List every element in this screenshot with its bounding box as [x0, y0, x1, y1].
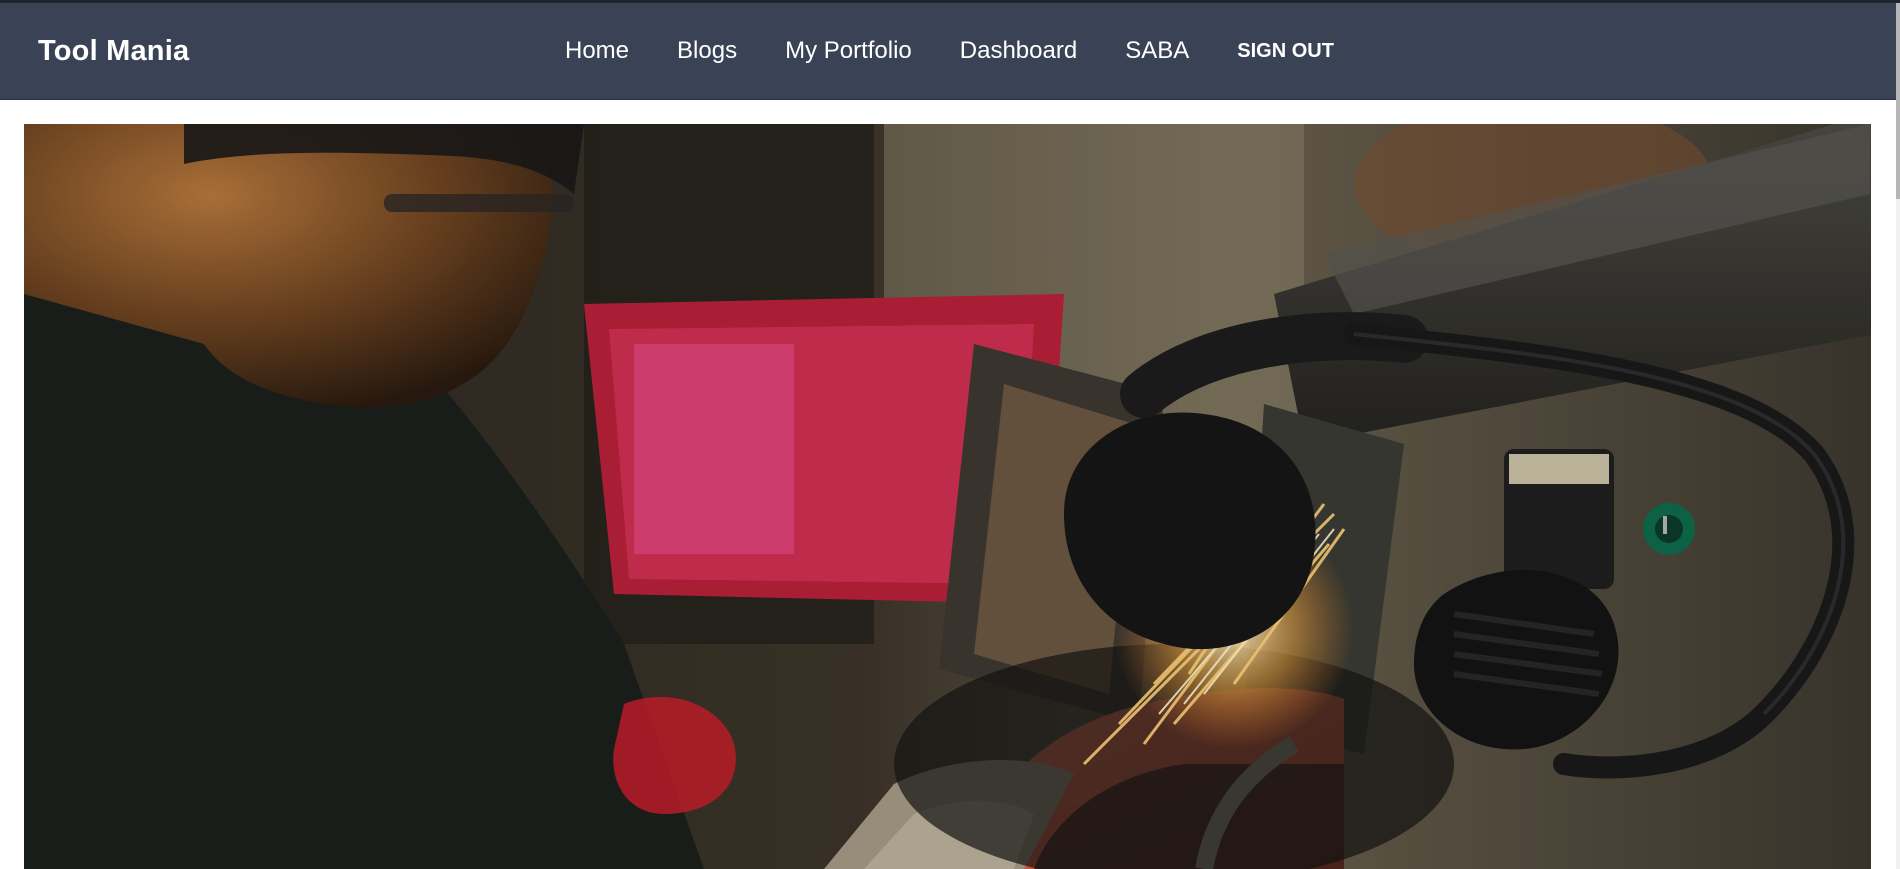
hero-image	[24, 124, 1871, 869]
nav-my-portfolio[interactable]: My Portfolio	[785, 37, 912, 65]
sign-out-button[interactable]: SIGN OUT	[1237, 40, 1334, 63]
nav-dashboard[interactable]: Dashboard	[960, 37, 1077, 65]
nav-blogs[interactable]: Blogs	[677, 37, 737, 65]
nav-links: Home Blogs My Portfolio Dashboard SABA S…	[565, 3, 1334, 99]
workshop-grinder-photo	[24, 124, 1871, 869]
scrollbar-thumb[interactable]	[1896, 3, 1900, 199]
nav-home[interactable]: Home	[565, 37, 629, 65]
brand-logo[interactable]: Tool Mania	[38, 3, 189, 99]
nav-saba[interactable]: SABA	[1125, 37, 1189, 65]
navbar: Tool Mania Home Blogs My Portfolio Dashb…	[0, 3, 1896, 100]
